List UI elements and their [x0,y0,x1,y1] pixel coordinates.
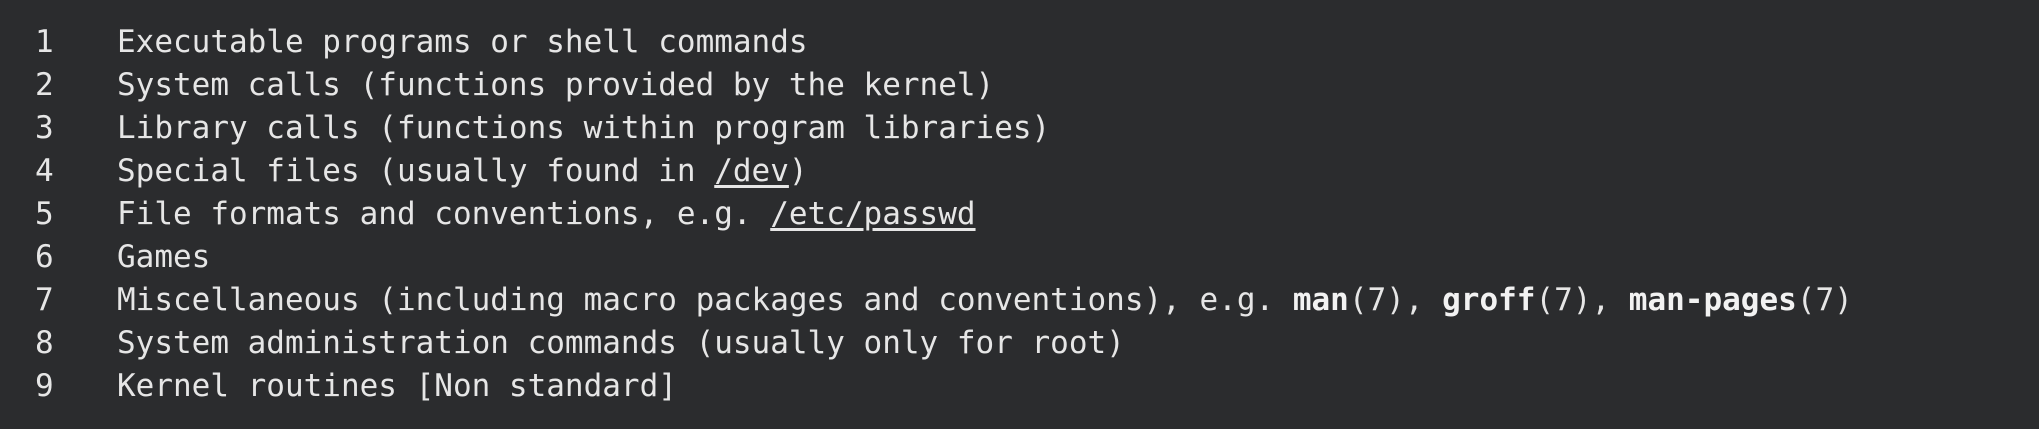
list-item: 3 Library calls (functions within program… [35,107,1853,150]
list-item: 8 System administration commands (usually… [35,322,1853,365]
list-item: 1 Executable programs or shell commands [35,21,1853,64]
etc-passwd-link[interactable]: /etc/passwd [770,196,975,232]
list-item: 6 Games [35,236,1853,279]
groff-page-reference[interactable]: groff [1442,282,1535,318]
dev-path-link[interactable]: /dev [714,153,789,189]
list-item: 4 Special files (usually found in /dev) [35,150,1853,193]
section-number: 5 [35,196,54,232]
list-item: 9 Kernel routines [Non standard] [35,365,1853,408]
list-item: 5 File formats and conventions, e.g. /etc… [35,193,1853,236]
section-description: System calls (functions provided by the … [117,67,995,103]
section-description: Games [117,239,211,275]
section-description-prefix: Miscellaneous (including macro packages … [117,282,1293,318]
section-number: 6 [35,239,54,275]
section-number: 3 [35,110,54,146]
section-description-prefix: File formats and conventions, e.g. [117,196,771,232]
section-description: Kernel routines [Non standard] [117,368,677,404]
section-description: Executable programs or shell commands [117,24,808,60]
man-page-reference[interactable]: man [1293,282,1349,318]
section-number: 4 [35,153,54,189]
section-description: Library calls (functions within program … [117,110,1051,146]
terminal-window: 1 Executable programs or shell commands 2… [0,0,2039,429]
section-number: 7 [35,282,54,318]
separator: , [1404,282,1443,318]
list-item: 2 System calls (functions provided by the… [35,64,1853,107]
separator: , [1591,282,1629,318]
man-page-reference-section: (7) [1348,282,1405,318]
man-pages-page-reference[interactable]: man-pages [1629,282,1797,318]
man-pages-page-reference-section: (7) [1796,282,1853,318]
section-description-suffix: ) [788,153,808,189]
groff-page-reference-section: (7) [1535,282,1592,318]
section-number: 9 [35,368,54,404]
section-number: 8 [35,325,54,361]
section-description-prefix: Special files (usually found in [117,153,715,189]
section-number: 1 [35,24,54,60]
list-item: 7 Miscellaneous (including macro packages… [35,279,1853,322]
section-number: 2 [35,67,54,103]
section-description: System administration commands (usually … [117,325,1125,361]
manual-sections-list: 1 Executable programs or shell commands 2… [35,21,1853,408]
